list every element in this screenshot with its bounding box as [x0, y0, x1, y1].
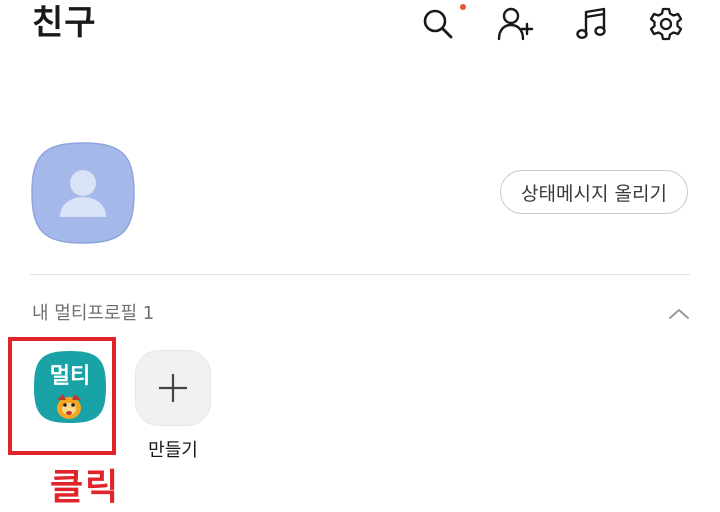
music-icon [576, 7, 606, 40]
click-annotation: 클릭 [50, 467, 121, 508]
divider [30, 274, 690, 275]
search-icon [423, 9, 453, 39]
create-multi-profile-button[interactable] [135, 350, 211, 426]
search-button[interactable] [418, 4, 458, 44]
add-friend-icon [497, 7, 534, 41]
status-message-button[interactable]: 상태메시지 올리기 [500, 170, 688, 214]
settings-button[interactable] [646, 4, 686, 44]
notification-dot [460, 4, 466, 10]
chevron-up-icon [669, 309, 689, 319]
highlight-box [8, 337, 116, 455]
create-label: 만들기 [148, 440, 198, 461]
collapse-button[interactable] [664, 300, 694, 328]
settings-icon [649, 7, 683, 41]
add-friend-button[interactable] [496, 4, 536, 44]
music-button[interactable] [572, 4, 612, 44]
my-profile-avatar[interactable] [30, 141, 136, 245]
page-title: 친구 [32, 3, 97, 43]
multi-profile-section-label: 내 멀티프로필 1 [32, 303, 155, 324]
plus-icon [159, 374, 187, 402]
